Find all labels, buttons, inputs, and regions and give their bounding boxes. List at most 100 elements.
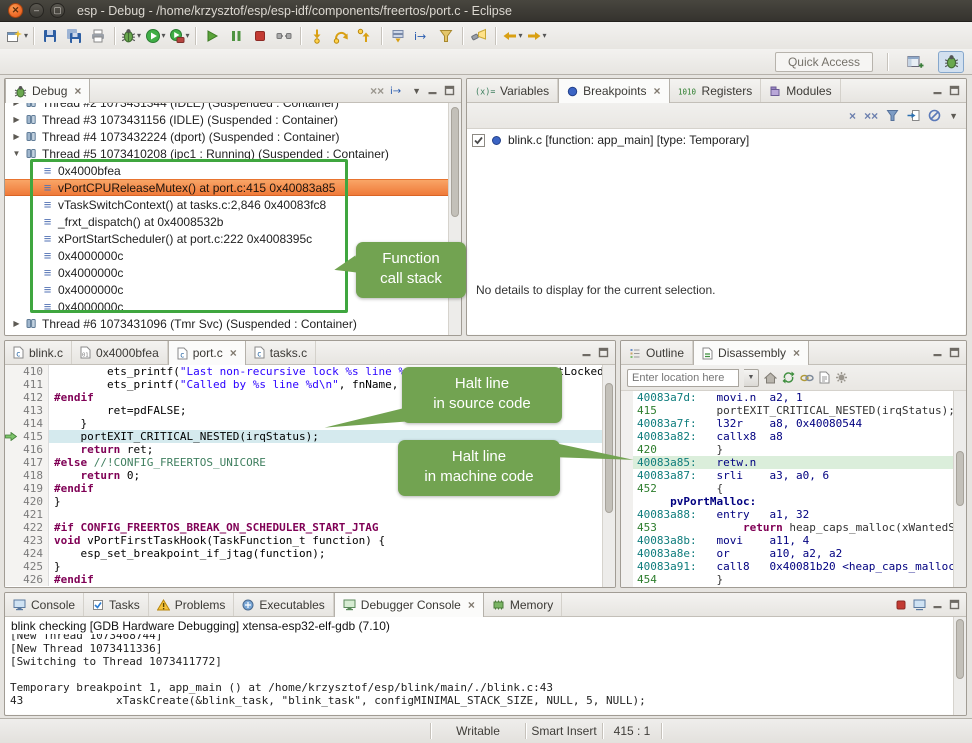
callout-halt-line-source: Halt linein source code [402,367,562,423]
save-all-icon[interactable] [62,25,86,47]
tab-debug[interactable]: Debug × [5,79,90,103]
window-close-button[interactable]: ✕ [8,3,23,18]
tab-memory[interactable]: Memory [484,593,562,616]
close-tab-icon[interactable]: × [654,84,661,98]
new-wizard-icon[interactable]: ▾ [5,25,29,47]
display-selected-console-icon[interactable] [913,599,926,611]
tab-outline[interactable]: Outline [621,341,693,364]
breakpoints-list: blink.c [function: app_main] [type: Temp… [467,129,965,334]
remove-breakpoint-icon[interactable]: × [849,110,856,122]
suspend-icon[interactable] [224,25,248,47]
instruction-stepping-icon[interactable]: i→ [410,25,434,47]
window-maximize-button[interactable]: ▢ [50,3,65,18]
debug-row-label: Thread #6 1073431096 (Tmr Svc) (Suspende… [42,317,357,331]
tab-disassembly[interactable]: Disassembly × [693,341,809,365]
use-step-filters-icon[interactable] [434,25,458,47]
close-tab-icon[interactable]: × [230,346,237,360]
terminate-icon[interactable] [248,25,272,47]
console-scrollbar[interactable] [953,617,966,715]
close-tab-icon[interactable]: × [74,84,81,98]
tab-modules[interactable]: Modules [761,79,840,102]
editor-scrollbar[interactable] [602,365,615,587]
quick-access-field[interactable]: Quick Access [775,52,873,72]
forward-icon[interactable]: ▾ [524,25,548,47]
tab-0x4000bfea[interactable]: 01 0x4000bfea [72,341,168,364]
tab-variables[interactable]: (x)= Variables [467,79,558,102]
resume-icon[interactable] [200,25,224,47]
location-input[interactable] [627,369,739,387]
skip-all-breakpoints-icon[interactable] [928,109,941,122]
view-menu-icon[interactable]: ▼ [949,111,958,121]
instruction-stepping-mode-icon[interactable]: i→ [390,84,406,97]
tab-breakpoints[interactable]: Breakpoints × [558,79,669,103]
debug-icon[interactable]: ▾ [119,25,143,47]
breakpoint-item[interactable]: blink.c [function: app_main] [type: Temp… [467,129,965,151]
breakpoint-checkbox[interactable] [472,134,485,147]
remove-all-terminated-icon[interactable]: ×× [370,85,384,97]
tab-blink-c[interactable]: c blink.c [5,341,72,364]
debug-thread-row[interactable]: ▶Thread #3 1073431156 (IDLE) (Suspended … [5,111,448,128]
tab-tasks-c[interactable]: c tasks.c [246,341,316,364]
maximize-button[interactable] [949,599,960,610]
step-over-icon[interactable] [329,25,353,47]
tab-problems[interactable]: Problems [149,593,235,616]
tab-debugger-console[interactable]: Debugger Console × [334,593,484,617]
back-icon[interactable]: ▾ [500,25,524,47]
settings-icon[interactable] [835,371,848,384]
tree-collapsed-arrow[interactable]: ▶ [11,103,22,107]
open-perspective-icon[interactable] [902,51,928,73]
disassembly-line: 40083a87: srli a3, a0, 6 [633,469,953,482]
tree-collapsed-arrow[interactable]: ▶ [11,132,22,141]
minimize-button[interactable] [932,85,943,96]
annotation-ruler [5,547,18,560]
location-dropdown-icon[interactable]: ▼ [744,369,759,387]
view-menu-icon[interactable]: ▼ [412,86,421,96]
maximize-button[interactable] [949,85,960,96]
disassembly-scrollbar[interactable] [953,391,966,587]
outline-icon [629,347,641,359]
maximize-button[interactable] [598,347,609,358]
close-tab-icon[interactable]: × [793,346,800,360]
debug-scrollbar[interactable] [448,103,461,335]
tab-executables[interactable]: Executables [234,593,333,616]
tab-console[interactable]: Console [5,593,84,616]
minimize-button[interactable] [427,85,438,96]
navigate-home-icon[interactable] [764,372,777,384]
window-minimize-button[interactable]: – [29,3,44,18]
save-icon[interactable] [38,25,62,47]
go-to-file-for-breakpoint-icon[interactable] [907,109,920,122]
disassembly-area[interactable]: 40083a7d: movi.n a2, 1415 portEXIT_CRITI… [621,391,953,587]
refresh-view-icon[interactable] [782,371,795,384]
debug-thread-row[interactable]: ▶Thread #2 1073431344 (IDLE) (Suspended … [5,103,448,111]
terminate-console-icon[interactable] [895,599,907,611]
external-tools-icon[interactable]: ▾ [167,25,191,47]
run-icon[interactable]: ▾ [143,25,167,47]
tree-expanded-arrow[interactable]: ▼ [11,149,22,158]
drop-to-frame-icon[interactable] [386,25,410,47]
print-icon[interactable] [86,25,110,47]
minimize-button[interactable] [581,347,592,358]
disconnect-icon[interactable] [272,25,296,47]
search-icon[interactable] [467,25,491,47]
step-into-icon[interactable] [305,25,329,47]
maximize-button[interactable] [949,347,960,358]
debug-perspective-icon[interactable] [938,51,964,73]
console-output[interactable]: [New Thread 1073468744][New Thread 10734… [5,634,953,714]
tree-collapsed-arrow[interactable]: ▶ [11,319,22,328]
minimize-button[interactable] [932,347,943,358]
link-with-active-context-icon[interactable] [800,372,814,384]
show-source-icon[interactable] [819,371,830,384]
debug-thread-row[interactable]: ▶ Thread #6 1073431096 (Tmr Svc) (Suspend… [5,315,448,332]
debug-thread-row[interactable]: ▶Thread #4 1073432224 (dport) (Suspended… [5,128,448,145]
step-return-icon[interactable] [353,25,377,47]
remove-all-breakpoints-icon[interactable]: ×× [864,110,878,122]
close-tab-icon[interactable]: × [468,598,475,612]
tab-port-c[interactable]: c port.c × [168,341,246,365]
tree-collapsed-arrow[interactable]: ▶ [11,115,22,124]
tab-registers[interactable]: 1010 Registers [670,79,762,102]
minimize-button[interactable] [932,599,943,610]
tab-label: Modules [786,84,831,98]
tab-tasks[interactable]: Tasks [84,593,149,616]
maximize-button[interactable] [444,85,455,96]
show-breakpoints-for-selection-icon[interactable] [886,109,899,122]
